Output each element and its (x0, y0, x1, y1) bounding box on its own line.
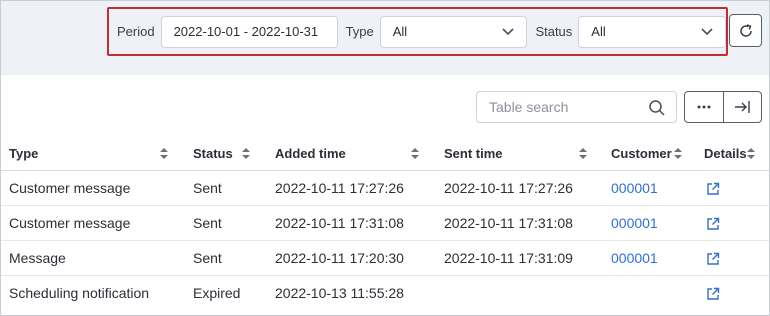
sort-icon (242, 148, 250, 159)
cell-sent-time: 2022-10-11 17:27:26 (436, 170, 603, 206)
table-actions (684, 91, 762, 123)
col-type[interactable]: Type (1, 137, 185, 171)
customer-link[interactable] (603, 275, 696, 310)
cell-sent-time: 2022-10-11 17:31:09 (436, 240, 603, 276)
type-label: Type (345, 24, 374, 39)
table-search[interactable] (476, 91, 677, 123)
col-added-time[interactable]: Added time (267, 137, 436, 171)
arrow-right-bar-icon (735, 101, 750, 113)
search-icon (649, 100, 665, 116)
sort-icon (579, 148, 587, 159)
cell-type: Scheduling notification (9, 284, 150, 301)
sort-icon (411, 148, 419, 159)
external-link-icon[interactable] (706, 217, 720, 231)
refresh-button[interactable] (729, 14, 762, 47)
cell-details (696, 205, 769, 241)
cell-status: Sent (185, 205, 267, 241)
messages-panel: Type Status Added time Sent time Custome… (1, 75, 769, 315)
cell-added-time: 2022-10-11 17:27:26 (267, 170, 436, 206)
cell-status: Sent (185, 170, 267, 206)
period-label: Period (117, 24, 155, 39)
refresh-icon (739, 23, 752, 37)
cell-status: Sent (185, 240, 267, 276)
cell-details (696, 275, 769, 310)
messages-table: Type Status Added time Sent time Custome… (1, 137, 769, 310)
cell-details (696, 240, 769, 276)
cell-sent-time (436, 275, 603, 310)
type-value: All (392, 24, 408, 39)
cell-sent-time: 2022-10-11 17:31:08 (436, 205, 603, 241)
filter-bar: Period 2022-10-01 - 2022-10-31 Type All … (107, 7, 728, 56)
type-select[interactable]: All (379, 15, 528, 48)
cell-type: Customer message (1, 205, 185, 241)
table-row: Scheduling notification Expired 2022-10-… (1, 275, 769, 310)
cell-status: Expired (193, 284, 241, 301)
cell-added-time: 2022-10-11 17:20:30 (267, 240, 436, 276)
table-row: Customer message Sent 2022-10-11 17:27:2… (1, 170, 769, 206)
cell-type: Customer message (1, 170, 185, 206)
cell-added-time: 2022-10-11 17:31:08 (267, 205, 436, 241)
customer-link[interactable]: 000001 (603, 170, 696, 206)
cell-type: Message (1, 240, 185, 276)
table-row: Customer message Sent 2022-10-11 17:31:0… (1, 205, 769, 241)
period-value: 2022-10-01 - 2022-10-31 (173, 24, 319, 39)
external-link-icon[interactable] (706, 287, 720, 301)
col-status[interactable]: Status (185, 137, 267, 171)
table-row: Message Sent 2022-10-11 17:20:30 2022-10… (1, 240, 769, 276)
more-button[interactable] (685, 92, 723, 122)
sort-icon (674, 148, 682, 159)
sort-icon (747, 148, 755, 159)
ellipsis-icon (697, 105, 711, 109)
customer-link[interactable]: 000001 (603, 205, 696, 241)
period-input[interactable]: 2022-10-01 - 2022-10-31 (160, 15, 338, 48)
sort-icon (160, 148, 168, 159)
col-customer[interactable]: Customer (603, 137, 696, 171)
status-label: Status (535, 24, 573, 39)
expand-button[interactable] (722, 92, 762, 122)
chevron-down-icon (701, 27, 713, 35)
col-sent-time[interactable]: Sent time (436, 137, 603, 171)
status-select[interactable]: All (578, 15, 726, 48)
cell-details (696, 170, 769, 206)
table-search-input[interactable] (489, 99, 649, 115)
table-header: Type Status Added time Sent time Custome… (1, 137, 769, 171)
status-value: All (591, 24, 606, 39)
external-link-icon[interactable] (706, 182, 720, 196)
cell-added-time: 2022-10-13 11:55:28 (275, 284, 404, 301)
chevron-down-icon (502, 27, 515, 35)
col-details[interactable]: Details (696, 137, 769, 171)
customer-link[interactable]: 000001 (603, 240, 696, 276)
external-link-icon[interactable] (706, 252, 720, 266)
